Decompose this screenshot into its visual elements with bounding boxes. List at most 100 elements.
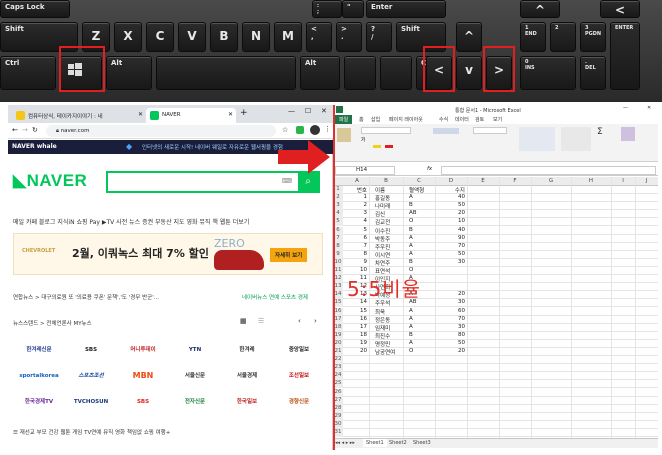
column-header[interactable]: I [611,178,635,184]
hamburger-icon[interactable]: ☰ [13,430,20,436]
cell[interactable]: 김교전 [375,218,401,226]
list-view-icon[interactable]: ☰ [258,317,264,325]
search-button[interactable]: ⌕ [298,173,318,191]
cell[interactable]: A [409,340,433,346]
cell[interactable]: 70 [443,316,465,322]
cell[interactable]: O [409,218,433,224]
cell[interactable]: 1 [347,194,368,200]
cell[interactable]: B [409,259,433,265]
naver-search-input[interactable]: ⌨ ⌕ [106,171,320,193]
press-logo[interactable]: 한국일보 [221,392,273,412]
forward-icon[interactable]: → [22,126,28,134]
number-format-select[interactable] [473,127,507,134]
press-logo[interactable]: 조선일보 [273,366,325,386]
font-select[interactable] [361,127,411,134]
column-header[interactable]: D [435,178,467,184]
keyboard-icon[interactable]: ⌨ [282,177,292,185]
prev-icon[interactable]: ‹ [298,317,301,325]
tab-naver[interactable]: NAVER ✕ [146,108,236,123]
ribbon-tab-review[interactable]: 검토 [475,116,484,123]
topic-nav[interactable]: ☰ 재선교 부모 건강 웹툰 게임 TV연예 뮤직 영화 책임없 쇼핑 여행+ [13,428,323,436]
press-logo[interactable]: 한겨레 [221,340,273,360]
cell[interactable]: 70 [443,243,465,249]
cell[interactable]: B [409,202,433,208]
press-logo[interactable]: 서울경제 [221,366,273,386]
cell[interactable]: 이시연 [375,251,401,259]
cell[interactable]: 17 [347,324,367,330]
ribbon-tab-insert[interactable]: 삽입 [371,116,380,123]
cell[interactable]: 80 [443,332,465,338]
cell[interactable]: 2 [347,202,368,208]
cell[interactable]: 6 [347,235,368,241]
column-header[interactable]: F [499,178,531,184]
maximize-icon[interactable]: ☐ [305,107,311,115]
cell[interactable]: 50 [443,251,465,257]
cell[interactable]: A [409,243,433,249]
fx-icon[interactable]: fx [427,166,432,172]
cell[interactable]: 9 [347,259,368,265]
cell[interactable]: 30 [443,299,465,305]
fill-color-icon[interactable] [373,145,381,148]
press-logo[interactable]: SBS [117,392,169,412]
column-header[interactable]: E [467,178,499,184]
column-header[interactable]: G [531,178,571,184]
cell[interactable]: 임재미 [375,324,401,332]
cell[interactable]: 40 [443,227,465,233]
press-logo[interactable]: SBS [65,340,117,360]
formula-input[interactable] [441,166,656,175]
cell[interactable]: 번호 [347,186,367,194]
press-logo[interactable]: YTN [169,340,221,360]
cell[interactable]: 16 [347,316,367,322]
cell[interactable]: 최진수 [375,332,401,340]
sheet-nav-icon[interactable]: ◂◂ ◂ ▸ ▸▸ [335,440,355,446]
cell[interactable]: 이수진 [375,227,401,235]
bold-icon[interactable]: 가 [361,137,365,143]
cell[interactable]: 15 [347,308,367,314]
cell[interactable]: A [409,324,433,330]
next-icon[interactable]: › [314,317,317,325]
cell[interactable]: 남궁연여 [375,348,401,356]
cell[interactable]: 정은동 [375,316,401,324]
ribbon-tab-data[interactable]: 데이터 [455,116,469,123]
styles-group[interactable] [519,127,555,151]
press-logo[interactable]: 머니투데이 [117,340,169,360]
naver-logo[interactable]: ◣NAVER [13,171,87,191]
cell[interactable]: 홍길동 [375,194,401,202]
menu-kebab-icon[interactable]: ⋮ [324,125,331,133]
cell[interactable]: AB [409,210,433,216]
cell[interactable]: 19 [347,340,367,346]
sheet-tab[interactable]: Sheet3 [413,440,431,446]
cell[interactable]: 18 [347,332,367,338]
sum-icon[interactable]: Σ [597,127,613,141]
cell[interactable]: 10 [443,218,465,224]
press-logo[interactable]: 서울신문 [169,366,221,386]
cell[interactable]: B [409,227,433,233]
press-logo[interactable]: 한국경제TV [13,392,65,412]
ribbon-tab-home[interactable]: 홈 [359,116,364,123]
cell[interactable]: 30 [443,324,465,330]
naver-service-menu[interactable]: 메일 카페 블로그 지식iN 쇼핑 Pay ▶TV 사전 뉴스 증권 부동산 지… [13,217,249,226]
url-input[interactable]: 🔒︎ naver.com [46,125,276,137]
cell[interactable]: 박동주 [375,235,401,243]
cell[interactable]: 김신 [375,210,401,218]
cell[interactable]: A [409,235,433,241]
cell[interactable]: O [409,348,433,354]
close-tab-icon[interactable]: ✕ [228,111,233,118]
press-logo[interactable]: TVCHOSUN [65,392,117,412]
cell[interactable]: 50 [443,202,465,208]
tab-blog[interactable]: 컴퓨터상식, 테이카지이야기 : 네 ✕ [12,108,146,123]
cell[interactable]: 20 [443,348,465,354]
grid-view-icon[interactable]: ▦ [240,317,247,325]
ribbon-tab-view[interactable]: 보기 [493,116,502,123]
minimize-icon[interactable]: — [288,107,295,115]
ribbon-tab-formulas[interactable]: 수식 [439,116,448,123]
press-logo[interactable]: 경향신문 [273,392,325,412]
close-tab-icon[interactable]: ✕ [138,111,143,118]
cell[interactable]: 20 [443,291,465,297]
extension-icon[interactable] [296,126,304,134]
press-logo[interactable]: MBN [117,366,169,386]
cell[interactable]: A [409,194,433,200]
cell[interactable]: A [409,308,433,314]
column-header[interactable]: H [571,178,611,184]
cell[interactable]: 나미래 [375,202,401,210]
